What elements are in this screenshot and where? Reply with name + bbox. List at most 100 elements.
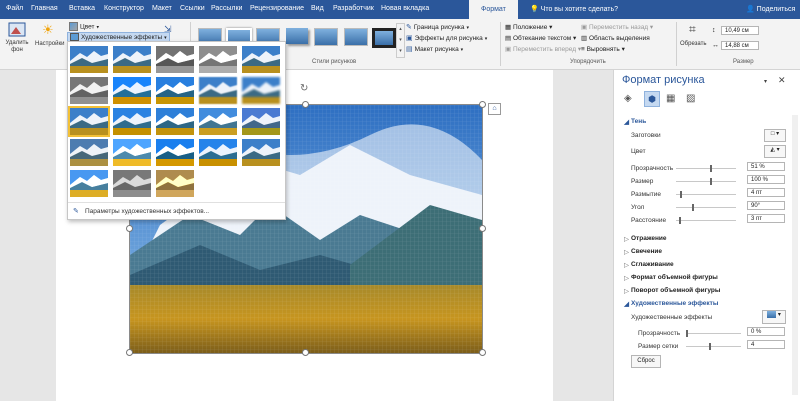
artistic-effect-thumbnail[interactable] (156, 108, 194, 135)
tab-format[interactable]: Формат (469, 0, 518, 19)
3d-rotation-section-header[interactable]: Поворот объемной фигуры (631, 287, 720, 294)
picture-tab-icon[interactable]: ▨ (686, 93, 695, 104)
transparency-input[interactable]: 51 % (747, 162, 785, 171)
artistic-effect-dropdown[interactable]: ▾ (762, 310, 786, 324)
artistic-effect-thumbnail[interactable] (113, 77, 151, 104)
corrections-button[interactable]: ☀ Настройки (33, 22, 64, 56)
size-input[interactable]: 100 % (747, 175, 785, 184)
style-thumb[interactable] (344, 28, 368, 46)
artistic-effect-thumbnail[interactable] (70, 46, 108, 73)
artistic-effect-thumbnail[interactable] (199, 46, 237, 73)
slider-thumb[interactable] (680, 191, 682, 198)
resize-handle[interactable] (479, 349, 486, 356)
collapse-icon[interactable]: ◢ (624, 118, 629, 126)
artistic-effect-thumbnail[interactable] (156, 77, 194, 104)
grid-size-input[interactable]: 4 (747, 340, 785, 349)
close-icon[interactable]: ✕ (778, 75, 786, 86)
expand-icon[interactable]: ▷ (624, 274, 629, 282)
tab-design[interactable]: Конструктор (104, 5, 144, 12)
tab-home[interactable]: Главная (31, 5, 58, 12)
tab-new[interactable]: Новая вкладка (381, 5, 429, 12)
artistic-transparency-input[interactable]: 0 % (747, 327, 785, 336)
artistic-effect-thumbnail[interactable] (199, 77, 237, 104)
tab-view[interactable]: Вид (311, 5, 324, 12)
resize-handle[interactable] (126, 225, 133, 232)
tab-layout[interactable]: Макет (152, 5, 172, 12)
artistic-effect-thumbnail[interactable] (113, 108, 151, 135)
expand-icon[interactable]: ▷ (624, 248, 629, 256)
expand-icon[interactable]: ▷ (624, 287, 629, 295)
blur-input[interactable]: 4 пт (747, 188, 785, 197)
tab-insert[interactable]: Вставка (69, 5, 95, 12)
picture-effects-button[interactable]: ▣ Эффекты для рисунка ▾ (406, 34, 487, 42)
slider-thumb[interactable] (709, 343, 711, 350)
expand-icon[interactable]: ▷ (624, 235, 629, 243)
share-button[interactable]: 👤 Поделиться (746, 5, 795, 13)
resize-handle[interactable] (479, 225, 486, 232)
shadow-section-header[interactable]: Тень (631, 118, 646, 125)
slider-thumb[interactable] (710, 165, 712, 172)
artistic-effect-thumbnail[interactable] (242, 108, 280, 135)
send-backward-button[interactable]: ▣ Переместить назад ▾ (581, 23, 653, 31)
artistic-effect-thumbnail[interactable] (242, 46, 280, 73)
pane-collapse-icon[interactable]: ▾ (764, 78, 767, 85)
glow-section-header[interactable]: Свечение (631, 248, 662, 255)
resize-handle[interactable] (302, 349, 309, 356)
picture-layout-button[interactable]: ▤ Макет рисунка ▾ (406, 45, 463, 53)
tab-references[interactable]: Ссылки (180, 5, 205, 12)
selection-pane-button[interactable]: ▥ Область выделения (581, 34, 650, 42)
slider-thumb[interactable] (686, 330, 688, 337)
width-input[interactable]: 14,88 см (721, 41, 759, 50)
artistic-effect-thumbnail[interactable] (70, 139, 108, 166)
fill-line-icon[interactable]: ◈ (624, 93, 632, 104)
collapse-icon[interactable]: ◢ (624, 300, 629, 308)
shadow-color-dropdown[interactable]: ◭ ▾ (764, 145, 786, 158)
picture-border-button[interactable]: ✎ Граница рисунка ▾ (406, 23, 469, 31)
tell-me-search[interactable]: 💡 Что вы хотите сделать? (530, 5, 618, 13)
tab-developer[interactable]: Разработчик (333, 5, 374, 12)
style-thumb[interactable] (286, 28, 308, 44)
distance-input[interactable]: 3 пт (747, 214, 785, 223)
gallery-scroll[interactable]: ▴ ▾ ▾ (396, 23, 405, 58)
artistic-effect-thumbnail[interactable] (70, 170, 108, 197)
artistic-effect-thumbnail[interactable] (113, 170, 151, 197)
layout-properties-icon[interactable]: ▦ (666, 93, 675, 104)
artistic-transparency-slider[interactable] (686, 333, 741, 334)
resize-handle[interactable] (126, 349, 133, 356)
artistic-effect-thumbnail[interactable] (156, 46, 194, 73)
color-button[interactable]: Цвет ▾ (69, 22, 99, 32)
tab-mailings[interactable]: Рассылки (211, 5, 242, 12)
angle-input[interactable]: 90° (747, 201, 785, 210)
artistic-effect-thumbnail[interactable] (199, 108, 237, 135)
crop-button[interactable]: ⌗ Обрезать (680, 22, 710, 56)
shadow-presets-dropdown[interactable]: □ ▾ (764, 129, 786, 142)
artistic-effect-thumbnail[interactable] (113, 139, 151, 166)
compress-picture-button[interactable]: ⇲ (164, 24, 172, 35)
blur-slider[interactable] (676, 194, 736, 195)
3d-format-section-header[interactable]: Формат объемной фигуры (631, 274, 718, 281)
slider-thumb[interactable] (710, 178, 712, 185)
angle-slider[interactable] (676, 207, 736, 208)
artistic-effect-thumbnail[interactable] (70, 77, 108, 104)
artistic-effect-thumbnail[interactable] (68, 106, 110, 137)
artistic-effect-thumbnail[interactable] (242, 139, 280, 166)
reset-button[interactable]: Сброс (631, 355, 661, 368)
artistic-effect-thumbnail[interactable] (156, 139, 194, 166)
style-thumb[interactable] (314, 28, 338, 46)
rotate-handle-icon[interactable]: ↻ (300, 83, 308, 94)
wrap-text-button[interactable]: ▤ Обтекание текстом ▾ (505, 34, 576, 42)
effects-tab-icon[interactable]: ⬢ (644, 91, 660, 107)
pane-scrollbar[interactable] (792, 115, 798, 395)
expand-icon[interactable]: ▷ (624, 261, 629, 269)
size-slider[interactable] (676, 181, 736, 182)
grid-size-slider[interactable] (686, 346, 741, 347)
tab-file[interactable]: Файл (6, 5, 23, 12)
align-button[interactable]: ≡ Выровнять ▾ (581, 45, 625, 53)
position-button[interactable]: ▦ Положение ▾ (505, 23, 552, 31)
transparency-slider[interactable] (676, 168, 736, 169)
artistic-effect-thumbnail[interactable] (242, 77, 280, 104)
bring-forward-button[interactable]: ▣ Переместить вперед ▾ (505, 45, 581, 53)
resize-handle[interactable] (479, 101, 486, 108)
remove-background-button[interactable]: Удалить фон (3, 22, 31, 56)
height-input[interactable]: 10,49 см (721, 26, 759, 35)
